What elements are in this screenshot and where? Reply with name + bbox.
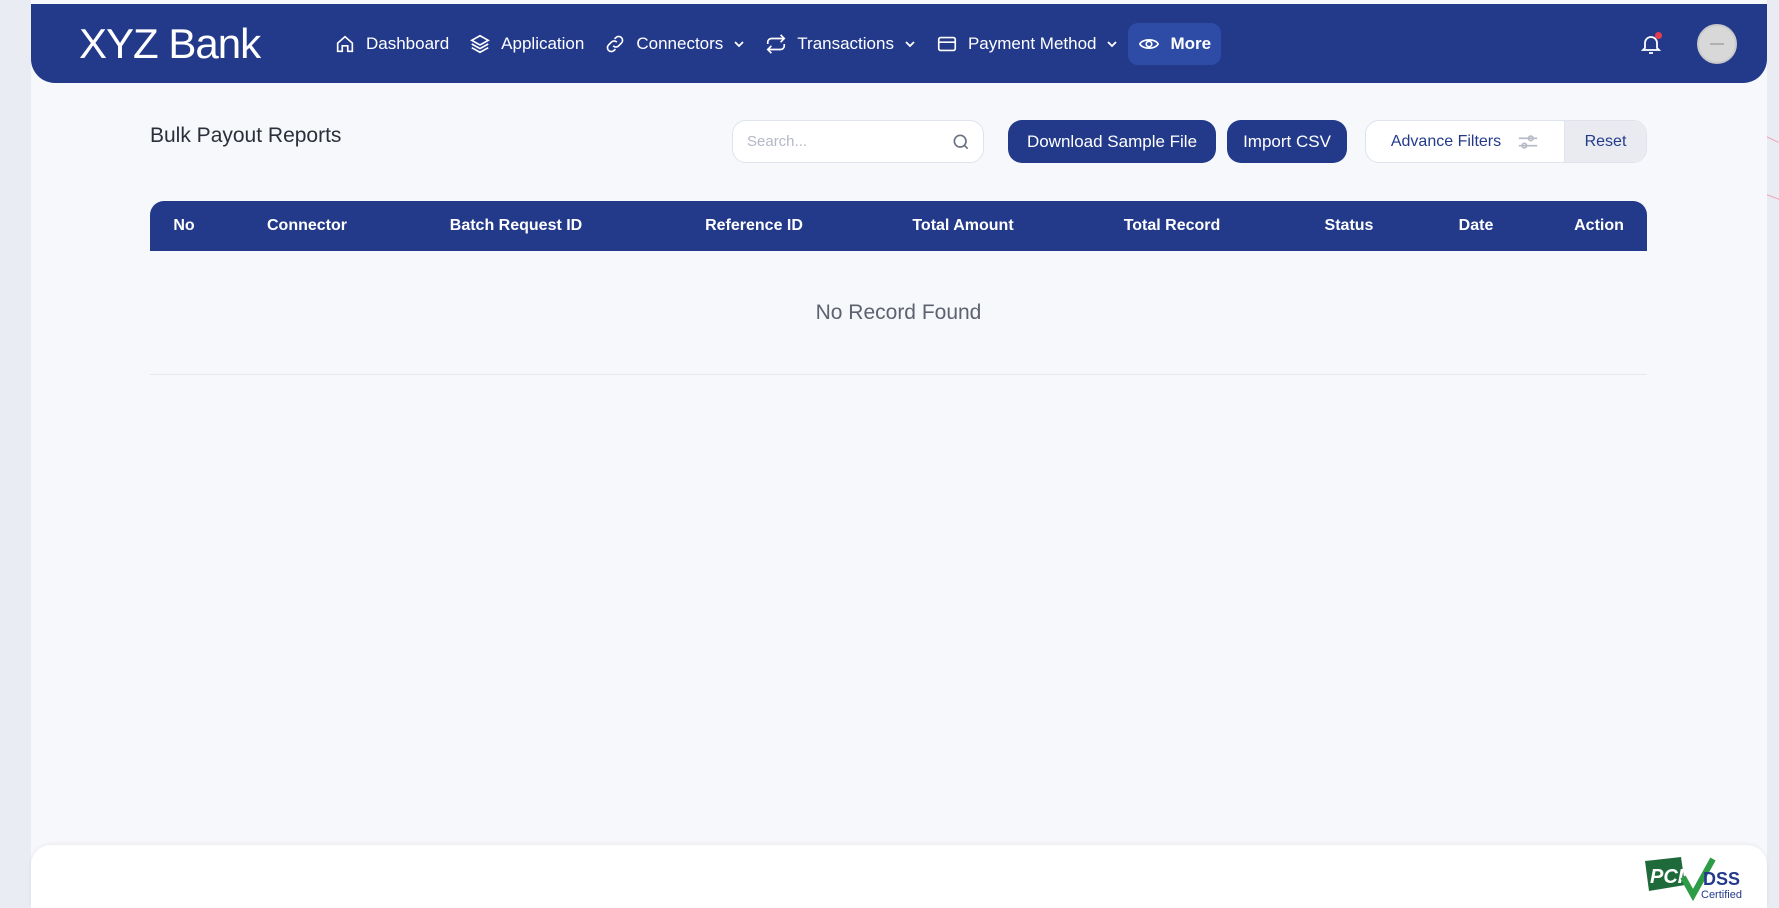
nav-item-label: Payment Method: [967, 33, 1097, 53]
link-icon: [606, 35, 624, 52]
nav-item-more[interactable]: More: [1128, 22, 1222, 65]
nav-item-label: Application: [501, 33, 585, 53]
column-header-no[interactable]: No: [173, 201, 194, 251]
background-decoration: [1765, 194, 1779, 200]
eye-icon: [1139, 38, 1160, 49]
chevron-down-icon: [1107, 40, 1118, 47]
app-window: XYZ Bank Dashboard Application Connector…: [31, 0, 1767, 908]
column-header-action[interactable]: Action: [1574, 201, 1624, 251]
table-header: No Connector Batch Request ID Reference …: [150, 201, 1647, 251]
brand-logo[interactable]: XYZ Bank: [79, 20, 261, 68]
layers-icon: [470, 34, 491, 53]
svg-text:PCI: PCI: [1650, 866, 1684, 888]
advance-filters-button[interactable]: Advance Filters: [1366, 121, 1564, 162]
svg-text:Certified: Certified: [1701, 889, 1742, 901]
nav-item-transactions[interactable]: Transactions: [755, 23, 926, 65]
notifications-button[interactable]: [1639, 31, 1663, 56]
pci-dss-certified-logo: PCI DSS Certified: [1645, 857, 1742, 901]
column-header-status[interactable]: Status: [1325, 201, 1374, 251]
nav-item-application[interactable]: Application: [459, 23, 594, 65]
nav-item-payment-method[interactable]: Payment Method: [926, 23, 1129, 65]
svg-text:DSS: DSS: [1703, 869, 1740, 889]
search-input[interactable]: [747, 133, 951, 150]
search-box[interactable]: [732, 120, 984, 163]
nav-item-dashboard[interactable]: Dashboard: [324, 23, 459, 65]
sliders-icon: [1518, 134, 1538, 149]
nav-item-label: Dashboard: [366, 33, 450, 53]
column-header-date[interactable]: Date: [1459, 201, 1494, 251]
advance-filters-label: Advance Filters: [1390, 132, 1502, 150]
nav-item-label: Connectors: [636, 33, 724, 53]
filter-group: Advance Filters Reset: [1365, 120, 1647, 163]
column-header-batch-request-id[interactable]: Batch Request ID: [450, 201, 582, 251]
avatar[interactable]: [1697, 23, 1737, 64]
chevron-down-icon: [905, 40, 915, 47]
home-icon: [336, 35, 354, 52]
notification-dot: [1655, 31, 1662, 39]
column-header-total-record[interactable]: Total Record: [1124, 201, 1221, 251]
main-nav: Dashboard Application Connectors Transac…: [324, 4, 1222, 83]
column-header-reference-id[interactable]: Reference ID: [705, 201, 803, 251]
credit-card-icon: [937, 36, 957, 51]
background-decoration: [1765, 136, 1779, 143]
reset-button[interactable]: Reset: [1564, 121, 1646, 162]
footer: PCI DSS Certified: [31, 845, 1767, 908]
nav-item-connectors[interactable]: Connectors: [594, 23, 755, 65]
chevron-down-icon: [734, 40, 744, 47]
nav-item-label: Transactions: [797, 33, 894, 53]
search-icon[interactable]: [951, 132, 971, 152]
column-header-connector[interactable]: Connector: [267, 201, 347, 251]
repeat-icon: [766, 33, 786, 54]
download-sample-file-button[interactable]: Download Sample File: [1008, 120, 1216, 163]
import-csv-button[interactable]: Import CSV: [1227, 120, 1347, 163]
empty-state-message: No Record Found: [150, 251, 1647, 375]
page-title: Bulk Payout Reports: [150, 124, 342, 147]
column-header-total-amount[interactable]: Total Amount: [912, 201, 1013, 251]
navbar-right: [1639, 4, 1737, 83]
nav-item-label: More: [1170, 33, 1212, 53]
top-navbar: XYZ Bank Dashboard Application Connector…: [31, 4, 1767, 83]
